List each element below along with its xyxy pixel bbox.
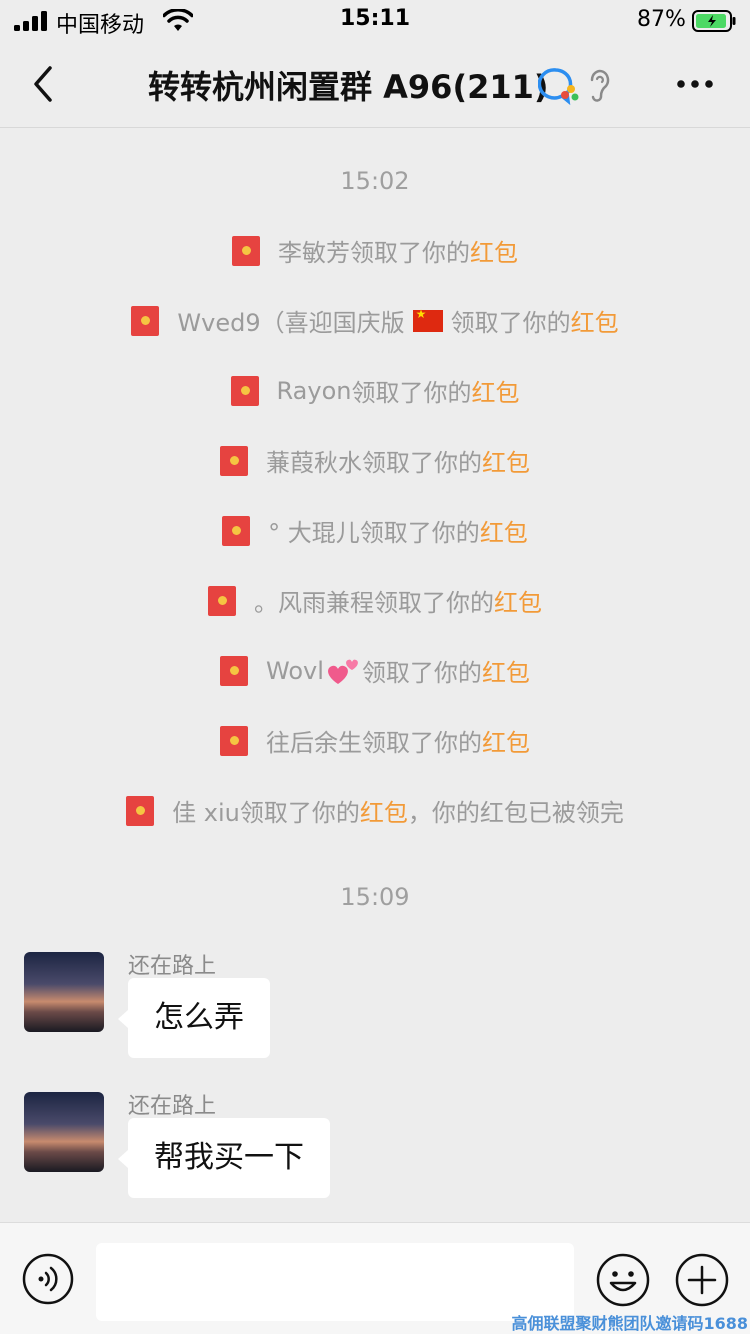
china-flag-icon (412, 307, 443, 332)
red-packet-notice: Wovl 领取了你的 红包 (0, 653, 750, 692)
red-packet-icon (232, 235, 260, 266)
nav-bar: 转转杭州闲置群 A96(211) (0, 42, 750, 128)
notice-user: Wved9（喜迎国庆版 (177, 309, 405, 337)
red-packet-icon (222, 515, 251, 546)
red-packet-link[interactable]: 红包 (360, 793, 408, 828)
red-packet-notice: Rayon 领取了你的 红包 (0, 373, 750, 412)
notice-suffix: ，你的红包已被领完 (407, 799, 624, 827)
input-bar: 高佣联盟聚财熊团队邀请码1688 (0, 1222, 750, 1334)
notice-action: 领取了你的 (239, 799, 360, 827)
red-packet-icon (220, 725, 248, 756)
message-timestamp: 15:09 (340, 883, 410, 911)
red-packet-link[interactable]: 红包 (482, 653, 530, 688)
red-packet-icon (131, 305, 160, 336)
red-packet-link[interactable]: 红包 (571, 303, 619, 338)
red-packet-link[interactable]: 红包 (494, 583, 542, 618)
notice-user: Wovl (266, 656, 324, 685)
notice-action: 领取了你的 (361, 659, 482, 687)
red-packet-notice: 。风雨兼程 领取了你的 红包 (0, 583, 750, 622)
notice-user: 往后余生 (266, 729, 362, 757)
avatar[interactable] (24, 952, 104, 1032)
battery-icon (692, 10, 736, 32)
notice-user: ° 大琨儿 (268, 519, 360, 547)
notice-action: 领取了你的 (359, 519, 480, 547)
message-bubble[interactable]: 怎么弄 (118, 978, 270, 1058)
notice-action: 领取了你的 (450, 309, 571, 337)
sender-name: 还在路上 (128, 1094, 217, 1119)
red-packet-notice: 佳 xiu 领取了你的 红包 ，你的红包已被领完 (0, 793, 750, 832)
red-packet-notice: Wved9（喜迎国庆版 领取了你的红包 (0, 303, 750, 342)
battery-percent: 87% (637, 7, 686, 32)
notice-user: 李敏芳 (278, 239, 350, 267)
notice-user: 蒹葭秋水 (266, 449, 362, 477)
message-bubble[interactable]: 帮我买一下 (118, 1118, 330, 1198)
notice-action: 领取了你的 (351, 379, 472, 407)
notice-user: 。风雨兼程 (254, 589, 374, 617)
status-bar: 中国移动 15:11 87% (0, 0, 750, 42)
red-packet-icon (126, 795, 155, 826)
red-packet-icon (230, 375, 259, 406)
notice-action: 领取了你的 (362, 449, 482, 477)
ear-icon (590, 69, 610, 102)
voice-icon[interactable] (22, 1253, 74, 1305)
notice-action: 领取了你的 (374, 589, 494, 617)
notice-action: 领取了你的 (350, 239, 470, 267)
more-dots-icon[interactable] (674, 70, 716, 98)
notice-action: 领取了你的 (362, 729, 482, 757)
red-packet-notice: 往后余生 领取了你的 红包 (0, 723, 750, 762)
sender-name: 还在路上 (128, 954, 217, 979)
watermark: 高佣联盟聚财熊团队邀请码1688 (511, 1314, 748, 1333)
red-packet-link[interactable]: 红包 (471, 373, 519, 408)
red-packet-notice: 李敏芳 领取了你的 红包 (0, 233, 750, 272)
message-timestamp: 15:02 (340, 167, 410, 195)
plus-icon[interactable] (675, 1253, 729, 1307)
red-packet-link[interactable]: 红包 (482, 443, 530, 478)
group-chat-icon (538, 68, 579, 106)
red-packet-notice: ° 大琨儿 领取了你的 红包 (0, 513, 750, 552)
avatar[interactable] (24, 1092, 104, 1172)
emoji-icon[interactable] (596, 1253, 650, 1307)
message-input[interactable] (96, 1243, 574, 1321)
red-packet-link[interactable]: 红包 (482, 723, 530, 758)
chat-title: 转转杭州闲置群 A96(211) (148, 68, 549, 106)
two-hearts-icon (327, 659, 358, 684)
chevron-left-icon[interactable] (28, 64, 58, 104)
red-packet-notice: 蒹葭秋水 领取了你的 红包 (0, 443, 750, 482)
notice-user: Rayon (276, 376, 352, 405)
red-packet-link[interactable]: 红包 (470, 233, 518, 268)
red-packet-link[interactable]: 红包 (480, 513, 528, 548)
red-packet-icon (220, 655, 249, 686)
red-packet-icon (208, 585, 236, 616)
red-packet-icon (220, 445, 248, 476)
notice-user: 佳 xiu (172, 799, 240, 827)
